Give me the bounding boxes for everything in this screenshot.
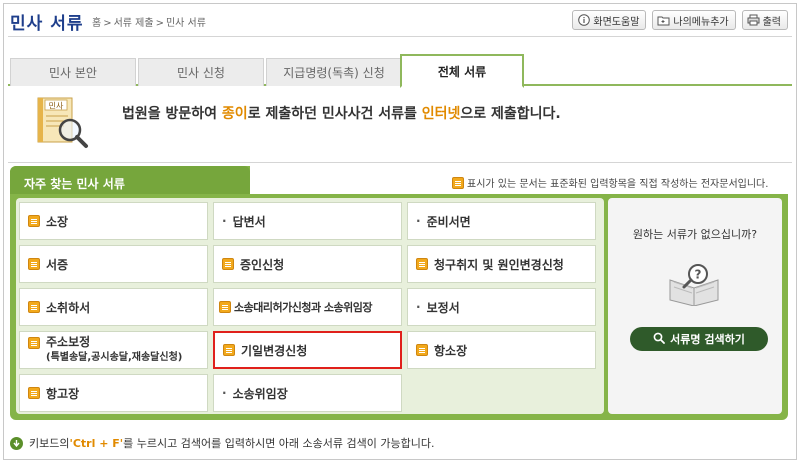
intro-text-part: 법원을 방문하여 (122, 106, 222, 122)
print-button[interactable]: 출력 (741, 10, 788, 30)
page-title: 민사 서류 (10, 14, 84, 34)
breadcrumb-current: 민사 서류 (165, 18, 206, 29)
electronic-doc-icon (28, 301, 40, 313)
breadcrumb-submit[interactable]: 서류 제출 (114, 18, 154, 29)
tab-all-documents[interactable]: 전체 서류 (400, 54, 524, 88)
breadcrumb-home[interactable]: 홈 (92, 18, 101, 29)
doc-item-label: 증인신청 (240, 257, 285, 272)
doc-item-label: 준비서면 (426, 214, 471, 229)
electronic-doc-icon (28, 337, 40, 349)
bullet-icon: · (222, 386, 227, 400)
bullet-icon: · (416, 214, 421, 228)
electronic-doc-icon (223, 344, 235, 356)
doc-item-sublabel: (특별송달,공시송달,재송달신청) (46, 352, 183, 363)
doc-item-label: 답변서 (232, 214, 266, 229)
electronic-doc-icon (452, 176, 464, 189)
side-question: 원하는 서류가 없으십니까? (632, 228, 758, 241)
doc-item-label: 항고장 (46, 386, 80, 401)
electronic-doc-icon (219, 301, 231, 313)
doc-search-button[interactable]: 서류명 검색하기 (630, 327, 768, 351)
electronic-doc-icon (28, 215, 40, 227)
svg-text:?: ? (695, 268, 702, 282)
doc-item-correction[interactable]: · 보정서 (407, 288, 596, 326)
doc-item-label: 보정서 (426, 300, 460, 315)
tab-civil-main[interactable]: 민사 본안 (10, 58, 136, 86)
book-question-icon: ? (666, 262, 722, 307)
doc-item-power-of-attorney[interactable]: · 소송위임장 (213, 374, 402, 412)
breadcrumb: 홈 > 서류 제출 > 민사 서류 (92, 14, 208, 29)
tab-payment-order[interactable]: 지급명령(독촉) 신청 (266, 58, 402, 86)
intro-highlight-internet: 인터넷 (421, 106, 461, 122)
doc-item-label: 소송위임장 (232, 386, 288, 401)
intro-icon-label: 민사 (49, 101, 64, 111)
electronic-doc-icon (222, 258, 234, 270)
header-divider (8, 36, 792, 37)
bullet-icon: · (222, 214, 227, 228)
doc-item-interlocutory-appeal[interactable]: 항고장 (19, 374, 208, 412)
electronic-doc-icon (416, 258, 428, 270)
footer-text: 를 누르시고 검색어를 입력하시면 아래 소송서류 검색이 가능합니다. (123, 437, 435, 450)
doc-item-label: 항소장 (434, 343, 468, 358)
doc-item-two-line: 주소보정 (특별송달,공시송달,재송달신청) (46, 335, 182, 365)
add-menu-button[interactable]: 나의메뉴추가 (652, 10, 736, 30)
intro-text-part: 로 제출하던 민사사건 서류를 (247, 106, 422, 122)
info-icon (577, 14, 590, 27)
electronic-doc-icon (28, 387, 40, 399)
doc-search-button-label: 서류명 검색하기 (670, 333, 745, 346)
doc-item-label: 소취하서 (46, 300, 91, 315)
electronic-doc-icon (28, 258, 40, 270)
doc-item-date-change[interactable]: 기일변경신청 (213, 331, 402, 369)
help-button-label: 화면도움말 (593, 16, 640, 28)
footer-tip: 키보드의 'Ctrl + F' 를 누르시고 검색어를 입력하시면 아래 소송서… (10, 435, 434, 451)
footer-text: 키보드의 (29, 437, 70, 450)
intro-highlight-paper: 종이 (221, 106, 248, 122)
printer-icon (747, 14, 760, 27)
header-buttons: 화면도움말 나의메뉴추가 출력 (572, 10, 788, 30)
legend-note: 표시가 있는 문서는 표준화된 입력항목을 직접 작성하는 전자문서입니다. (452, 175, 768, 190)
doc-item-label: 주소보정 (46, 335, 91, 349)
doc-item-label: 서증 (46, 257, 69, 272)
bullet-icon: · (416, 300, 421, 314)
document-search-icon: 민사 (36, 94, 92, 150)
doc-item-label: 청구취지 및 원인변경신청 (434, 257, 564, 272)
doc-item-withdrawal[interactable]: 소취하서 (19, 288, 208, 326)
breadcrumb-separator: > (103, 18, 112, 29)
doc-item-witness-request[interactable]: 증인신청 (213, 245, 402, 283)
add-menu-button-label: 나의메뉴추가 (673, 16, 729, 28)
tab-bar: 민사 본안 민사 신청 지급명령(독촉) 신청 전체 서류 (8, 54, 792, 88)
panel-title: 자주 찾는 민사 서류 (24, 177, 125, 191)
doc-item-address-correction[interactable]: 주소보정 (특별송달,공시송달,재송달신청) (19, 331, 208, 369)
help-button[interactable]: 화면도움말 (572, 10, 647, 30)
doc-item-label: 기일변경신청 (241, 343, 308, 358)
doc-item-label: 소송대리허가신청과 소송위임장 (234, 301, 373, 314)
arrow-down-icon (10, 436, 23, 450)
doc-item-agent-permission[interactable]: 소송대리허가신청과 소송위임장 (213, 288, 402, 326)
tab-civil-application[interactable]: 민사 신청 (138, 58, 264, 86)
intro-divider (8, 162, 792, 163)
print-button-label: 출력 (762, 16, 781, 28)
footer-key: 'Ctrl + F' (69, 436, 124, 450)
electronic-doc-icon (416, 344, 428, 356)
intro-text: 법원을 방문하여 종이로 제출하던 민사사건 서류를 인터넷으로 제출합니다. (122, 103, 561, 123)
doc-item-claim-change[interactable]: 청구취지 및 원인변경신청 (407, 245, 596, 283)
doc-item-answer[interactable]: · 답변서 (213, 202, 402, 240)
doc-item-appeal[interactable]: 항소장 (407, 331, 596, 369)
doc-item-label: 소장 (46, 214, 69, 229)
breadcrumb-separator: > (155, 18, 164, 29)
doc-item-complaint[interactable]: 소장 (19, 202, 208, 240)
search-icon (653, 332, 666, 347)
doc-item-evidence[interactable]: 서증 (19, 245, 208, 283)
doc-item-preparatory-brief[interactable]: · 준비서면 (407, 202, 596, 240)
folder-icon (657, 14, 670, 27)
intro-text-part: 으로 제출합니다. (460, 106, 561, 122)
legend-note-text: 표시가 있는 문서는 표준화된 입력항목을 직접 작성하는 전자문서입니다. (467, 179, 769, 190)
